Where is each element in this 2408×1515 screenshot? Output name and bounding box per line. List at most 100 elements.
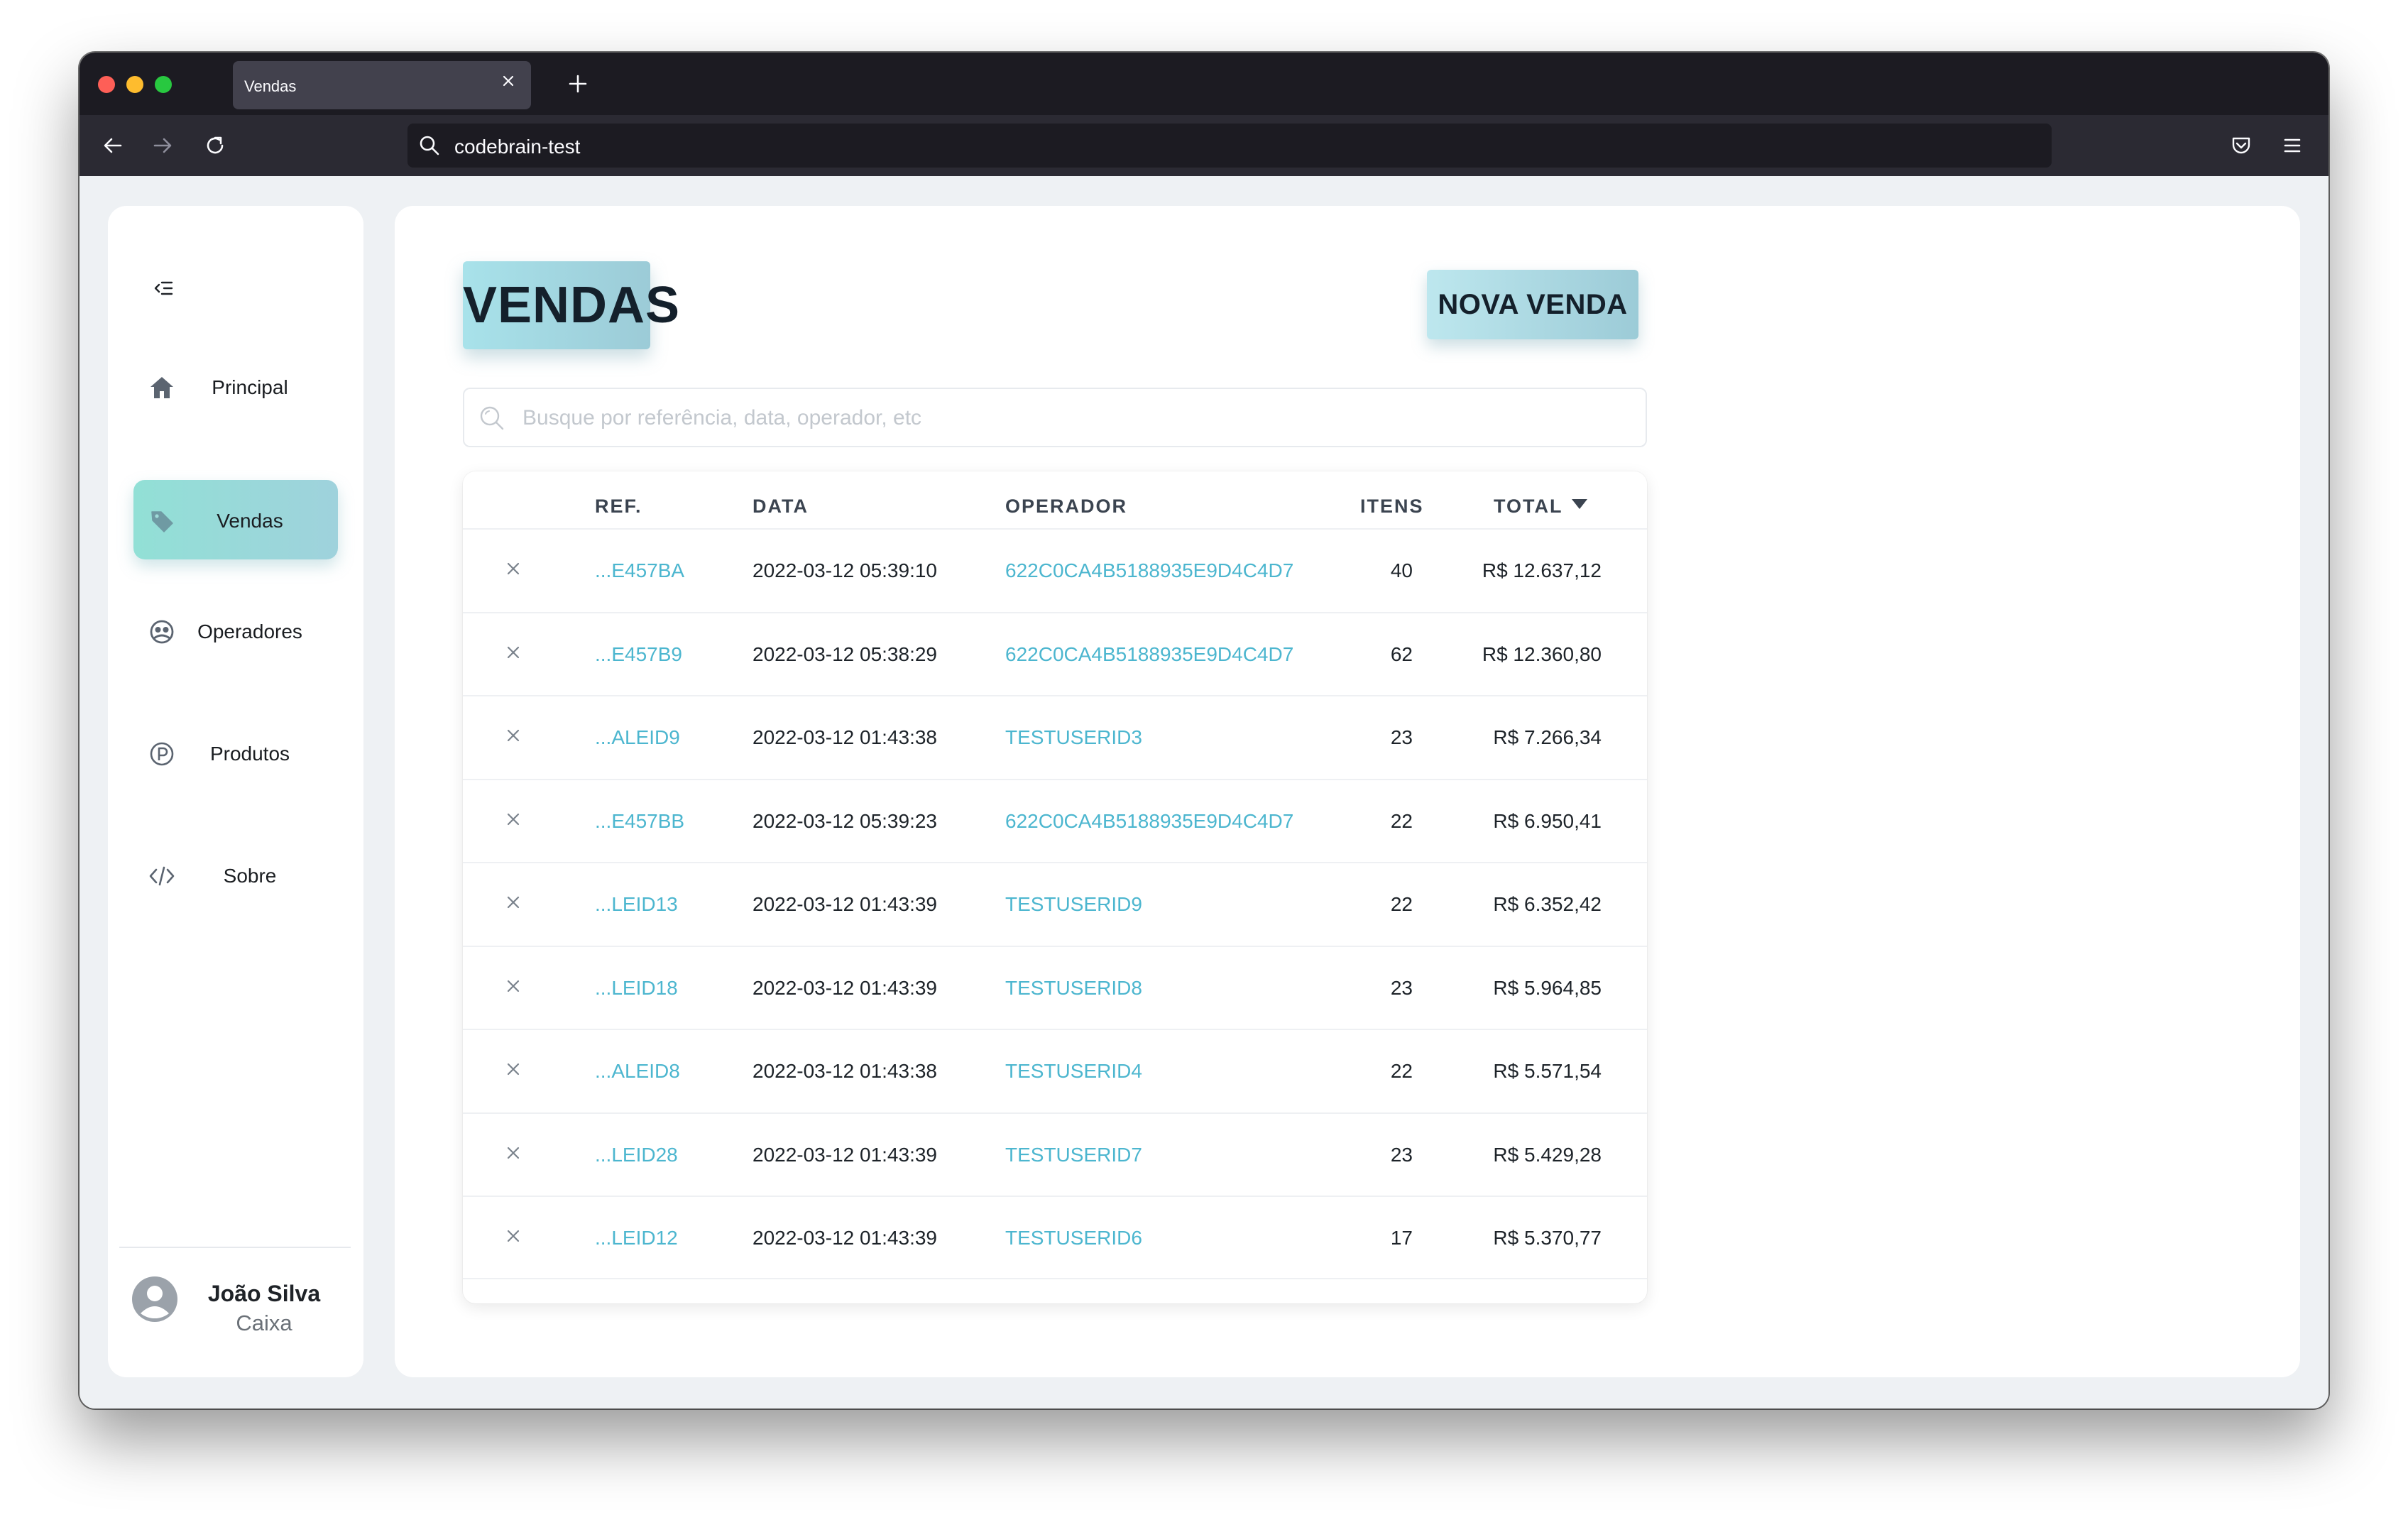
sidebar-item-label: Sobre <box>223 865 277 887</box>
new-tab-icon[interactable] <box>565 71 591 97</box>
cell-data: 2022-03-12 05:38:29 <box>752 642 937 665</box>
cell-data: 2022-03-12 01:43:38 <box>752 726 937 748</box>
cell-operador[interactable]: TESTUSERID7 <box>1005 1144 1142 1166</box>
navigation-bar: codebrain-test <box>80 115 2328 176</box>
cell-ref[interactable]: ...ALEID9 <box>595 726 680 749</box>
cell-ref[interactable]: ...LEID12 <box>595 1227 678 1249</box>
tab-title: Vendas <box>244 77 297 95</box>
table-row[interactable]: ...E457BA 2022-03-12 05:39:10 622C0CA4B518… <box>463 528 1647 613</box>
minimize-window-button[interactable] <box>126 76 143 93</box>
sort-descending-icon[interactable] <box>1570 497 1589 511</box>
sidebar-item-label: Produtos <box>209 743 290 765</box>
search-box[interactable] <box>463 388 1647 447</box>
cell-operador[interactable]: TESTUSERID8 <box>1005 977 1142 1000</box>
cell-itens: 22 <box>1390 809 1413 832</box>
browser-tab[interactable]: Vendas <box>233 61 531 109</box>
cell-ref[interactable]: ...LEID28 <box>595 1144 678 1166</box>
table-row[interactable]: ...ALEID9 2022-03-12 01:43:38 TESTUSERID3 2… <box>463 695 1647 780</box>
table-bottom-border <box>463 1278 1647 1279</box>
cell-data: 2022-03-12 01:43:39 <box>752 893 937 915</box>
cell-data: 2022-03-12 05:39:23 <box>752 809 937 832</box>
search-icon <box>420 136 439 155</box>
search-input[interactable] <box>521 398 1631 439</box>
avatar[interactable] <box>131 1275 179 1323</box>
pocket-icon[interactable] <box>2228 132 2255 159</box>
url-text: codebrain-test <box>454 136 581 158</box>
cell-ref[interactable]: ...E457B9 <box>595 643 682 666</box>
cell-data: 2022-03-12 05:39:10 <box>752 559 937 581</box>
table-row[interactable]: ...LEID18 2022-03-12 01:43:39 TESTUSERID8 2… <box>463 945 1647 1030</box>
table-row[interactable]: ...LEID28 2022-03-12 01:43:39 TESTUSERID7 2… <box>463 1112 1647 1197</box>
cell-data: 2022-03-12 01:43:39 <box>752 1227 937 1249</box>
cell-operador[interactable]: 622C0CA4B5188935E9D4C4D7 <box>1005 559 1293 582</box>
table-row[interactable]: ...ALEID8 2022-03-12 01:43:38 TESTUSERID4 2… <box>463 1029 1647 1113</box>
cell-ref[interactable]: ...ALEID8 <box>595 1060 680 1083</box>
table-row[interactable]: ...LEID12 2022-03-12 01:43:39 TESTUSERID6 1… <box>463 1196 1647 1280</box>
cell-total: R$ 5.964,85 <box>1493 976 1602 999</box>
cell-ref[interactable]: ...LEID13 <box>595 893 678 916</box>
cell-itens: 23 <box>1390 1143 1413 1166</box>
cell-ref[interactable]: ...E457BB <box>595 810 684 833</box>
cell-total: R$ 12.637,12 <box>1482 559 1602 581</box>
cell-total: R$ 6.950,41 <box>1493 809 1602 832</box>
cell-itens: 22 <box>1390 893 1413 915</box>
sidebar-item-operadores[interactable]: Operadores <box>133 591 338 670</box>
cell-total: R$ 12.360,80 <box>1482 642 1602 665</box>
column-header-data[interactable]: DATA <box>752 496 809 518</box>
search-icon <box>480 406 504 430</box>
collapse-menu-icon[interactable] <box>150 275 176 301</box>
cell-data: 2022-03-12 01:43:39 <box>752 976 937 999</box>
remove-icon[interactable] <box>503 1225 524 1247</box>
cell-operador[interactable]: TESTUSERID6 <box>1005 1227 1142 1249</box>
sidebar-item-principal[interactable]: Principal <box>133 346 338 426</box>
cell-operador[interactable]: 622C0CA4B5188935E9D4C4D7 <box>1005 643 1293 666</box>
app-page: Principal Vendas Operadores Produtos Sob… <box>80 176 2328 1409</box>
column-header-operador[interactable]: OPERADOR <box>1005 496 1127 518</box>
remove-icon[interactable] <box>503 1142 524 1164</box>
column-header-total[interactable]: TOTAL <box>1494 496 1563 518</box>
cell-ref[interactable]: ...LEID18 <box>595 977 678 1000</box>
zoom-window-button[interactable] <box>155 76 172 93</box>
cell-itens: 22 <box>1390 1060 1413 1082</box>
column-header-ref[interactable]: REF. <box>595 496 642 518</box>
sidebar-item-sobre[interactable]: Sobre <box>133 835 338 914</box>
table-row[interactable]: ...LEID13 2022-03-12 01:43:39 TESTUSERID9 2… <box>463 862 1647 946</box>
remove-icon[interactable] <box>503 975 524 997</box>
sidebar-item-label: Operadores <box>197 620 302 642</box>
remove-icon[interactable] <box>503 725 524 746</box>
table-row[interactable]: ...E457B9 2022-03-12 05:38:29 622C0CA4B518… <box>463 611 1647 696</box>
new-sale-button[interactable]: NOVA VENDA <box>1427 270 1638 339</box>
cell-total: R$ 7.266,34 <box>1493 726 1602 748</box>
remove-icon[interactable] <box>503 642 524 663</box>
sidebar-item-label: Principal <box>212 376 288 398</box>
remove-icon[interactable] <box>503 892 524 913</box>
tab-strip: Vendas <box>80 53 2328 115</box>
user-name: João Silva <box>207 1281 321 1306</box>
cell-itens: 40 <box>1390 559 1413 581</box>
cell-total: R$ 5.370,77 <box>1493 1227 1602 1249</box>
address-bar[interactable]: codebrain-test <box>407 124 2052 168</box>
cell-itens: 17 <box>1390 1227 1413 1249</box>
cell-operador[interactable]: 622C0CA4B5188935E9D4C4D7 <box>1005 810 1293 833</box>
cell-operador[interactable]: TESTUSERID9 <box>1005 893 1142 916</box>
cell-data: 2022-03-12 01:43:39 <box>752 1143 937 1166</box>
sidebar: Principal Vendas Operadores Produtos Sob… <box>108 206 363 1377</box>
remove-icon[interactable] <box>503 809 524 830</box>
sidebar-item-produtos[interactable]: Produtos <box>133 713 338 792</box>
column-header-itens[interactable]: ITENS <box>1360 496 1424 518</box>
table-row[interactable]: ...E457BB 2022-03-12 05:39:23 622C0CA4B518… <box>463 778 1647 863</box>
close-window-button[interactable] <box>98 76 115 93</box>
main-content: VENDAS NOVA VENDA REF. DATA OPERADOR ITE… <box>395 206 2300 1377</box>
cell-data: 2022-03-12 01:43:38 <box>752 1060 937 1082</box>
cell-ref[interactable]: ...E457BA <box>595 559 684 582</box>
cell-operador[interactable]: TESTUSERID3 <box>1005 726 1142 749</box>
reload-icon[interactable] <box>202 132 229 159</box>
menu-icon[interactable] <box>2279 132 2306 159</box>
remove-icon[interactable] <box>503 558 524 579</box>
sidebar-item-vendas[interactable]: Vendas <box>133 480 338 559</box>
forward-icon[interactable] <box>149 132 176 159</box>
back-icon[interactable] <box>99 132 126 159</box>
cell-operador[interactable]: TESTUSERID4 <box>1005 1060 1142 1083</box>
remove-icon[interactable] <box>503 1059 524 1080</box>
close-tab-icon[interactable] <box>498 71 518 91</box>
